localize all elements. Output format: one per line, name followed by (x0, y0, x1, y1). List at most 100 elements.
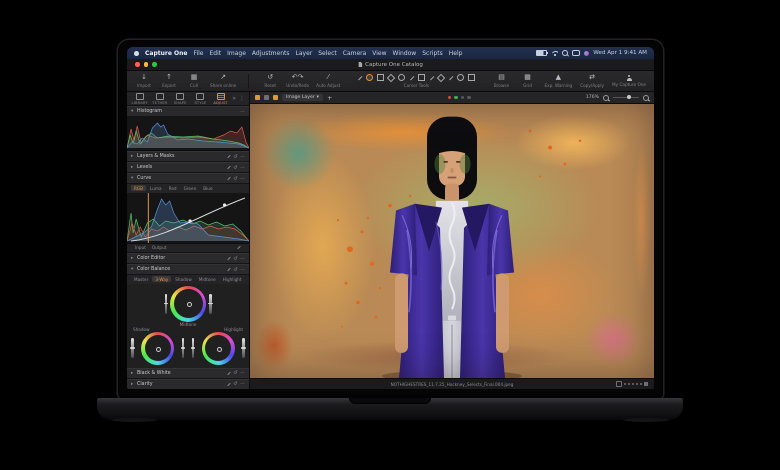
histogram-panel-header[interactable]: ▾ Histogram ⋯ (127, 106, 249, 117)
browse-button[interactable]: ▤ Browse (493, 71, 511, 91)
zoom-in-icon[interactable] (643, 94, 649, 101)
photo-canvas[interactable] (250, 104, 654, 378)
picker-icon[interactable] (237, 245, 241, 250)
menu-item-window[interactable]: Window (393, 50, 417, 57)
brush-icon[interactable] (227, 382, 231, 386)
my-capture-one-button[interactable]: My Capture One (612, 71, 646, 91)
midtone-color-wheel[interactable] (170, 285, 206, 322)
curve-output-label[interactable]: Output (152, 245, 167, 250)
tabs-menu-icon[interactable]: ⋮ (238, 95, 246, 102)
panel-menu-icon[interactable]: ⋯ (240, 176, 245, 182)
menu-item-scripts[interactable]: Scripts (422, 50, 443, 57)
rotate-tool-icon[interactable] (387, 73, 396, 82)
tab-style[interactable]: STYLE (191, 92, 210, 105)
reset-panel-icon[interactable]: ↺ (233, 154, 237, 160)
midtone-saturation-slider[interactable] (163, 293, 168, 314)
menu-item-file[interactable]: File (193, 50, 203, 57)
filled-tag-icon[interactable] (644, 382, 648, 386)
shadow-saturation-slider[interactable] (130, 338, 134, 358)
tab-library[interactable]: LIBRARY (130, 92, 149, 105)
curve-tab-rgb[interactable]: RGB (131, 185, 147, 192)
shadow-lightness-slider[interactable] (180, 338, 185, 358)
brush-icon[interactable] (227, 256, 231, 261)
curve-tab-blue[interactable]: Blue (200, 185, 215, 191)
grid-button[interactable]: ▦ Grid (519, 71, 537, 91)
export-button[interactable]: ↑ Export (160, 71, 178, 91)
cb-tab-master[interactable]: Master (131, 276, 151, 282)
reset-panel-icon[interactable]: ↺ (233, 370, 237, 376)
color-tag-icon[interactable] (616, 381, 622, 387)
reset-panel-icon[interactable]: ↺ (233, 267, 237, 273)
panel-menu-icon[interactable]: ⋯ (240, 154, 245, 160)
menu-item-view[interactable]: View (372, 50, 386, 57)
gradient-mask-tool-icon[interactable] (448, 74, 454, 81)
draw-mask-tool-icon[interactable] (409, 74, 415, 81)
zoom-window-button[interactable] (152, 62, 157, 67)
auto-adjust-button[interactable]: ⁄ Auto Adjust (316, 71, 340, 91)
spot-tool-icon[interactable] (398, 74, 406, 82)
panel-menu-icon[interactable]: ⋯ (240, 267, 245, 273)
reset-panel-icon[interactable]: ↺ (233, 176, 237, 182)
tab-shape[interactable]: SHAPE (171, 92, 190, 105)
view-mode-icon[interactable] (255, 95, 260, 100)
zoom-slider[interactable] (613, 95, 639, 99)
gray-indicator-icon[interactable] (467, 95, 471, 100)
curve-graph[interactable] (127, 192, 249, 244)
compare-mode-icon[interactable] (264, 95, 269, 100)
gray-indicator-icon[interactable] (460, 95, 465, 100)
star-rating-icon[interactable] (636, 383, 638, 385)
green-indicator-icon[interactable] (454, 95, 458, 100)
layers-masks-panel-header[interactable]: ▸ Layers & Masks ↺ ⋯ (127, 151, 249, 162)
cb-tab-midtone[interactable]: Midtone (196, 276, 219, 282)
star-rating-icon[interactable] (640, 383, 642, 385)
close-window-button[interactable] (135, 62, 140, 67)
exposure-warning-button[interactable]: ▲ Exp. Warning (545, 71, 573, 91)
shadow-color-wheel[interactable] (141, 331, 175, 365)
panel-menu-icon[interactable]: ⋯ (240, 370, 245, 376)
brush-icon[interactable] (227, 176, 231, 181)
add-layer-button[interactable]: + (327, 94, 332, 101)
layer-selector[interactable]: Image Layer ▾ (282, 94, 323, 101)
copy-apply-button[interactable]: ⇄ Copy/Apply (580, 71, 604, 91)
zoom-level[interactable]: 176% (586, 95, 599, 100)
panel-menu-icon[interactable]: ⋯ (240, 109, 245, 115)
battery-icon[interactable] (536, 50, 549, 56)
color-editor-panel-header[interactable]: ▸ Color Editor ↺ ⋯ (127, 253, 249, 264)
menu-item-adjustments[interactable]: Adjustments (252, 50, 290, 57)
brush-icon[interactable] (227, 154, 231, 159)
siri-icon[interactable] (584, 50, 590, 56)
heal-tool-icon[interactable] (429, 74, 435, 81)
tabs-overflow-icon[interactable]: » (231, 95, 237, 102)
menu-item-select[interactable]: Select (318, 50, 337, 57)
brush-icon[interactable] (227, 371, 231, 375)
menu-item-help[interactable]: Help (449, 50, 463, 57)
proof-mode-icon[interactable] (273, 95, 278, 100)
menu-item-image[interactable]: Image (227, 50, 246, 57)
star-rating-icon[interactable] (624, 383, 626, 385)
reset-panel-icon[interactable]: ↺ (233, 381, 237, 387)
clone-tool-icon[interactable] (437, 73, 446, 82)
share-online-button[interactable]: ↗ Share online (210, 71, 236, 91)
highlight-lightness-slider[interactable] (241, 338, 246, 358)
star-rating-icon[interactable] (628, 383, 630, 385)
cb-tab-highlight[interactable]: Highlight (220, 276, 245, 282)
eyedropper-tool-icon[interactable] (457, 74, 465, 82)
loupe-tool-icon[interactable] (468, 74, 476, 82)
reset-button[interactable]: ↺ Reset (261, 71, 279, 91)
cb-tab-shadow[interactable]: Shadow (172, 276, 195, 282)
search-icon[interactable] (562, 50, 569, 56)
midtone-lightness-slider[interactable] (208, 293, 212, 314)
erase-mask-tool-icon[interactable] (418, 74, 426, 82)
highlight-color-wheel[interactable] (201, 331, 235, 365)
menu-item-edit[interactable]: Edit (210, 50, 222, 57)
color-balance-panel-header[interactable]: ▾ Color Balance ↺ ⋯ (127, 264, 249, 275)
import-button[interactable]: ↓ Import (135, 71, 153, 91)
select-tool-icon[interactable] (357, 74, 363, 81)
brush-icon[interactable] (227, 165, 231, 170)
brush-icon[interactable] (227, 267, 231, 272)
control-center-icon[interactable] (572, 50, 581, 56)
menu-clock[interactable]: Wed Apr 1 9:41 AM (593, 50, 647, 56)
menu-item-camera[interactable]: Camera (343, 50, 367, 57)
menu-item-layer[interactable]: Layer (296, 50, 313, 57)
undo-redo-button[interactable]: ↶↷ Undo/Redo (286, 71, 309, 91)
